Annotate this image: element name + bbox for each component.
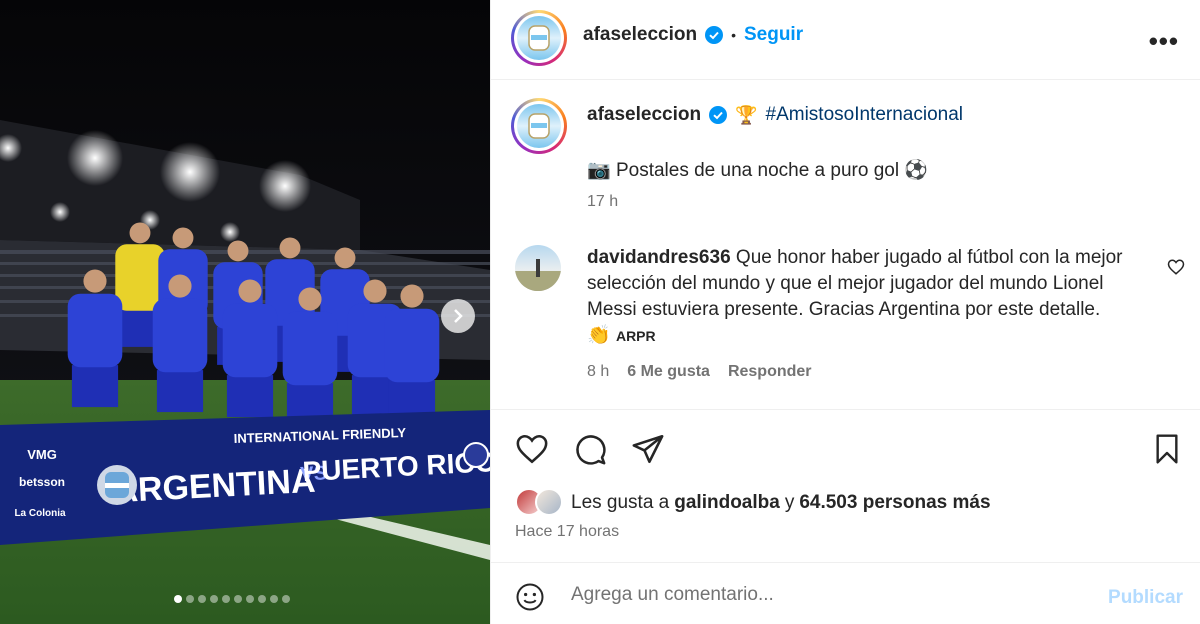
comment-input[interactable] xyxy=(571,581,1091,609)
fpf-crest xyxy=(463,442,489,468)
share-icon[interactable] xyxy=(631,432,665,466)
carousel-dots xyxy=(174,595,290,603)
carousel-dot xyxy=(258,595,266,603)
comment-time[interactable]: 8 h xyxy=(587,363,609,381)
likes-user[interactable]: galindoalba xyxy=(674,492,780,514)
sponsor-lacolonia: La Colonia xyxy=(14,508,66,519)
liker-avatars[interactable] xyxy=(515,488,567,518)
comment-likes[interactable]: 6 Me gusta xyxy=(627,363,710,381)
likes-prefix: Les gusta a xyxy=(571,492,670,513)
reply-button[interactable]: Responder xyxy=(728,363,812,381)
commenter-photo xyxy=(515,259,561,291)
comment-body: davidandres636 Que honor haber jugado al… xyxy=(587,245,1127,349)
afa-logo-icon xyxy=(528,113,550,139)
likes-count[interactable]: 64.503 personas más xyxy=(799,492,990,514)
heart-icon[interactable] xyxy=(515,432,549,466)
verified-icon xyxy=(709,106,728,124)
carousel-dot xyxy=(234,595,242,603)
carousel-dot xyxy=(198,595,206,603)
caption-username[interactable]: afaseleccion xyxy=(587,104,701,126)
comment-like-heart-icon[interactable] xyxy=(1167,258,1185,276)
carousel-dot xyxy=(186,595,194,603)
more-options-button[interactable]: ••• xyxy=(1149,26,1179,57)
team-photo: INTERNATIONAL FRIENDLY ARGENTINA VS PUER… xyxy=(0,0,490,624)
next-photo-button[interactable] xyxy=(441,299,475,333)
caption-time[interactable]: 17 h xyxy=(587,193,618,211)
afa-logo-icon xyxy=(528,25,550,51)
carousel-dot xyxy=(174,595,182,603)
bookmark-icon[interactable] xyxy=(1151,432,1183,466)
ball-emoji: ⚽ xyxy=(904,160,929,181)
carousel-dot xyxy=(282,595,290,603)
posted-time[interactable]: Hace 17 horas xyxy=(515,523,619,541)
carousel-dot xyxy=(246,595,254,603)
follow-button[interactable]: Seguir xyxy=(744,24,803,46)
caption-hashtag[interactable]: #AmistosoInternacional xyxy=(766,104,964,126)
liker-avatar xyxy=(535,488,563,516)
sponsor-vmg: VMG xyxy=(27,447,57,462)
camera-emoji: 📷 xyxy=(587,160,611,181)
carousel-dot xyxy=(210,595,218,603)
trophy-emoji: 🏆 xyxy=(735,104,758,125)
post-panel: afaseleccion • Seguir ••• afaseleccion 🏆… xyxy=(490,0,1200,624)
commenter-avatar[interactable] xyxy=(515,245,561,291)
header-separator: • xyxy=(731,27,736,43)
caption-section: afaseleccion 🏆 #AmistosoInternacional 📷 … xyxy=(491,80,1200,410)
likes-summary: Les gusta a galindoalba y 64.503 persona… xyxy=(515,488,991,518)
carousel-dot xyxy=(270,595,278,603)
post-photo[interactable]: INTERNATIONAL FRIENDLY ARGENTINA VS PUER… xyxy=(0,0,490,624)
add-comment-bar: Publicar xyxy=(491,562,1200,624)
sponsor-betsson: betsson xyxy=(19,475,65,489)
publish-button[interactable]: Publicar xyxy=(1108,587,1183,609)
comment-tag: ARPR xyxy=(615,328,656,344)
verified-icon xyxy=(705,26,724,44)
caption-text: 📷 Postales de una noche a puro gol ⚽ xyxy=(587,158,928,182)
caption-body: Postales de una noche a puro gol xyxy=(615,160,900,181)
account-avatar[interactable] xyxy=(511,10,567,66)
caption-avatar[interactable] xyxy=(511,98,567,154)
likes-connector: y xyxy=(784,492,795,513)
comment-icon[interactable] xyxy=(573,432,607,466)
account-username[interactable]: afaseleccion xyxy=(583,24,697,46)
clap-emoji: 👏 xyxy=(587,325,611,346)
carousel-dot xyxy=(222,595,230,603)
more-icon: ••• xyxy=(1148,26,1179,56)
action-bar xyxy=(491,410,1200,480)
emoji-icon[interactable] xyxy=(515,582,545,612)
next-icon xyxy=(454,309,463,323)
post-header: afaseleccion • Seguir ••• xyxy=(491,0,1200,80)
comment-meta: 8 h 6 Me gusta Responder xyxy=(587,363,812,381)
afa-crest xyxy=(97,465,137,505)
commenter-username[interactable]: davidandres636 xyxy=(587,247,731,268)
